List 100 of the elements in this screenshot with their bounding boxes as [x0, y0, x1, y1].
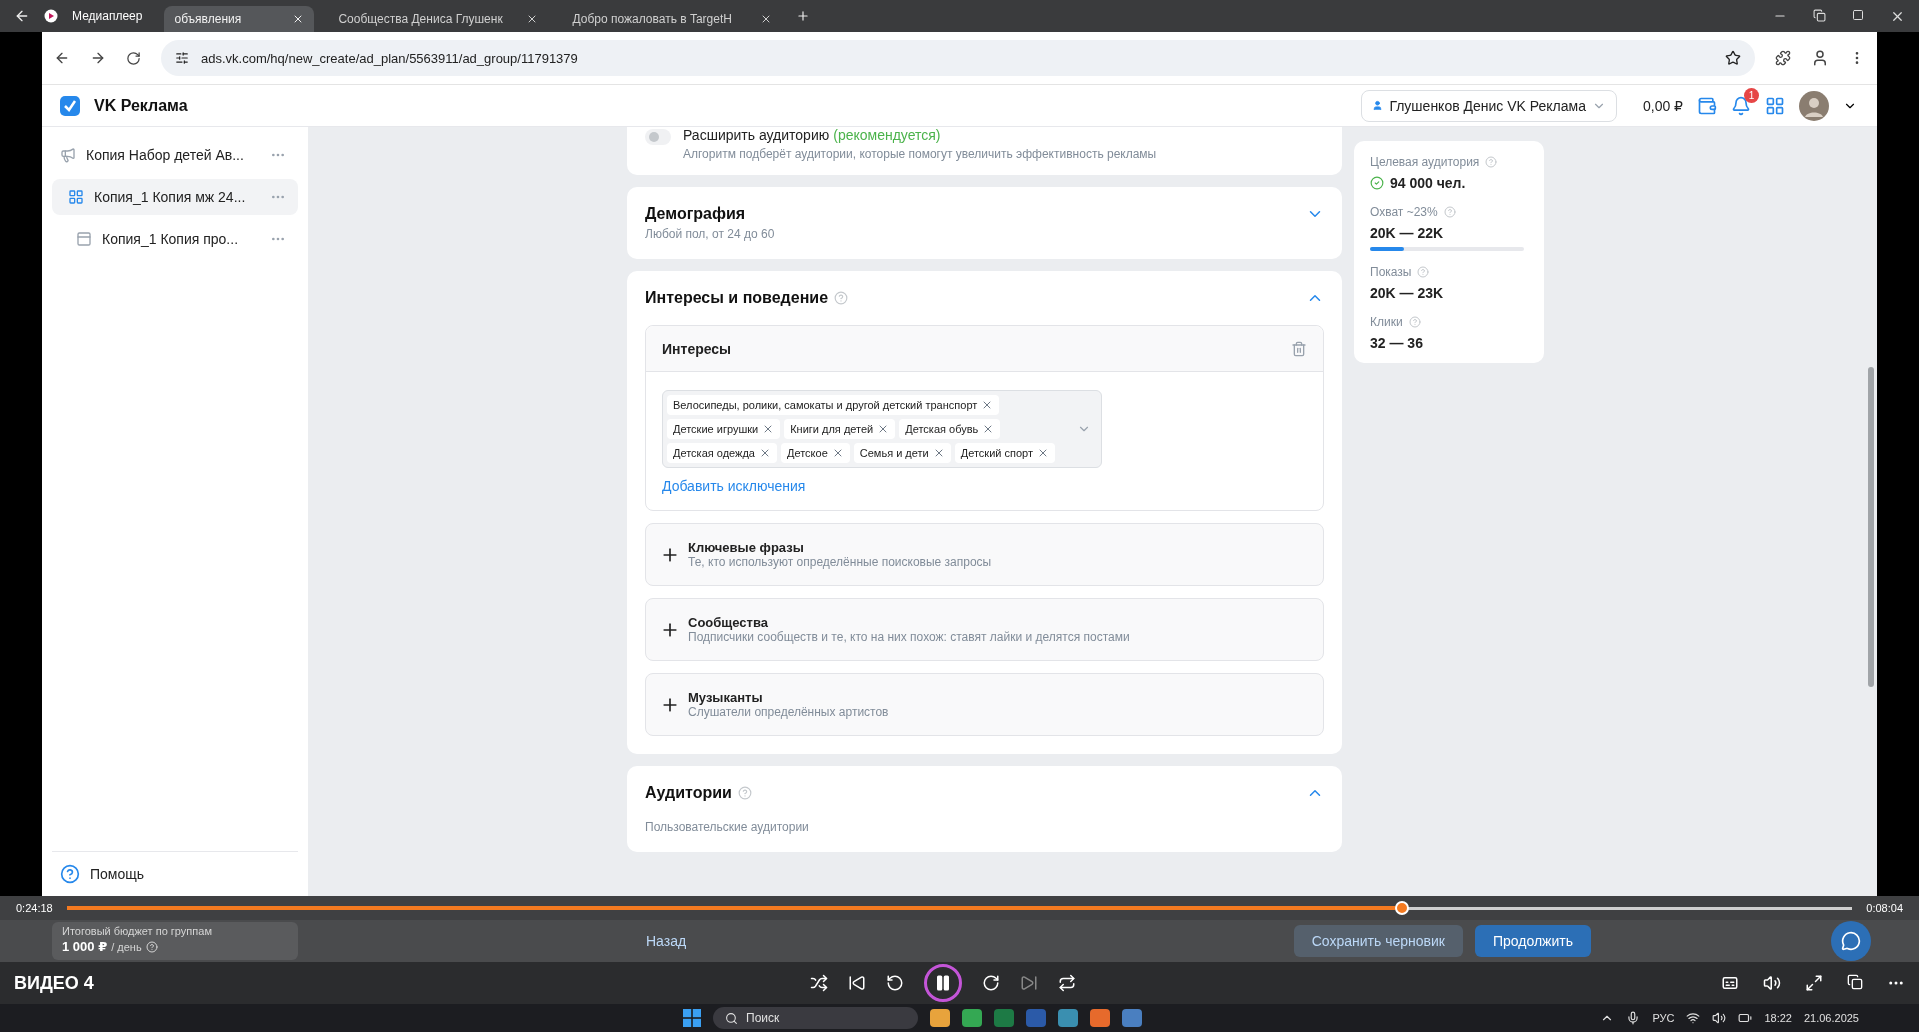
apps-icon[interactable]: [1765, 95, 1785, 116]
section-subtitle: Любой пол, от 24 до 60: [645, 227, 776, 241]
grid-icon: [68, 189, 84, 205]
rewind-icon[interactable]: [886, 974, 904, 992]
browser-tab[interactable]: Сообщества Дениса Глушенк: [328, 6, 549, 32]
star-icon[interactable]: [1725, 50, 1741, 66]
bell-icon[interactable]: [1731, 95, 1751, 116]
remove-icon[interactable]: [759, 447, 771, 459]
mic-icon[interactable]: [1626, 1011, 1641, 1025]
expand-label: Расширить аудиторию: [683, 127, 830, 143]
back-icon[interactable]: [14, 8, 30, 24]
scrollbar-thumb[interactable]: [1868, 367, 1874, 687]
check-icon: [1370, 176, 1384, 190]
wallet-icon[interactable]: [1697, 95, 1717, 116]
account-select[interactable]: Глушенков Денис VK Реклама: [1361, 89, 1617, 122]
section-subtitle: Пользовательские аудитории: [645, 820, 810, 834]
taskbar-search[interactable]: Поиск: [713, 1007, 918, 1029]
language-indicator[interactable]: РУС: [1652, 1012, 1675, 1024]
pause-icon: [934, 974, 952, 992]
user-icon: [1372, 100, 1384, 111]
interest-tag[interactable]: Книги для детей: [784, 419, 896, 439]
maximize-icon[interactable]: [1852, 8, 1864, 21]
interest-tag[interactable]: Детские игрушки: [667, 419, 781, 439]
help-icon: [60, 864, 80, 884]
window-icon: [76, 231, 92, 247]
windows-icon[interactable]: [683, 1009, 701, 1027]
forecast-label: Клики: [1370, 315, 1403, 329]
forward-icon[interactable]: [982, 974, 1000, 992]
subtitles-icon[interactable]: [1721, 974, 1739, 992]
forward-icon[interactable]: [90, 50, 106, 66]
section-title: Интересы и поведение: [645, 289, 829, 307]
interest-tag[interactable]: Детское: [781, 443, 850, 463]
trash-icon[interactable]: [1291, 340, 1307, 357]
interest-tag[interactable]: Детская одежда: [667, 443, 777, 463]
fullscreen-icon[interactable]: [1805, 974, 1823, 992]
targeting-option[interactable]: Музыканты Слушатели определённых артистов: [645, 673, 1324, 736]
option-title: Сообщества: [688, 615, 769, 630]
expand-description: Алгоритм подберёт аудитории, которые помогут увеличить эффективность рекламы: [683, 147, 1157, 161]
new-tab-icon[interactable]: [796, 9, 811, 23]
continue-button[interactable]: Продолжить: [1474, 925, 1591, 957]
recommended-hint: (рекомендуется): [833, 127, 941, 143]
demography-card[interactable]: Демография Любой пол, от 24 до 60: [627, 187, 1342, 259]
forecast-value: 20K — 23K: [1370, 285, 1444, 301]
elapsed-time: 0:24:18: [16, 902, 53, 914]
option-description: Те, кто используют определённые поисковые запросы: [688, 555, 992, 569]
taskbar-time: 18:22: [1764, 1012, 1792, 1024]
sidebar-item[interactable]: Копия_1 Копия про...: [52, 221, 298, 257]
player-logo-icon: [44, 9, 58, 23]
avatar-icon[interactable]: [1799, 90, 1829, 121]
back-icon[interactable]: [54, 50, 70, 66]
section-title: Аудитории: [645, 784, 732, 802]
reload-icon[interactable]: [126, 50, 141, 66]
battery-icon[interactable]: [1738, 1011, 1753, 1025]
forecast-label: Показы: [1370, 265, 1412, 279]
next-icon[interactable]: [1020, 974, 1038, 992]
forecast-value: 94 000 чел.: [1390, 175, 1466, 191]
taskbar-date: 21.06.2025: [1803, 1012, 1859, 1024]
tags-field[interactable]: Велосипеды, ролики, самокаты и другой детский транспорт Детские игрушки Книги для детей Детская обувь Детская одежда Детское Семья и дети Детский спорт: [662, 390, 1102, 468]
targeting-option[interactable]: Ключевые фразы Те, кто используют определённые поисковые запросы: [645, 523, 1324, 586]
volume-icon[interactable]: [1763, 974, 1781, 992]
volume-icon[interactable]: [1712, 1011, 1727, 1025]
interest-tag[interactable]: Велосипеды, ролики, самокаты и другой детский транспорт: [667, 395, 1000, 415]
interest-tag[interactable]: Детская обувь: [899, 419, 1001, 439]
budget-value: 1 000 ₽: [62, 939, 108, 954]
section-title: Демография: [645, 205, 746, 223]
profile-icon[interactable]: [1811, 49, 1829, 67]
interest-tag[interactable]: Детский спорт: [954, 443, 1055, 463]
browser-tab[interactable]: объявления: [164, 6, 315, 32]
interest-tag[interactable]: Семья и дети: [853, 443, 951, 463]
shuffle-icon[interactable]: [810, 974, 828, 992]
targeting-option[interactable]: Сообщества Подписчики сообществ и те, кто на них похож: ставят лайки и делятся постами: [645, 598, 1324, 661]
forecast-value: 32 — 36: [1370, 335, 1423, 351]
video-title: ВИДЕО 4: [14, 972, 94, 994]
player-title: Медиаплеер: [72, 9, 143, 23]
mini-player-icon[interactable]: [1847, 974, 1863, 990]
address-field[interactable]: ads.vk.com/hq/new_create/ad_plan/5563911/ad_group/11791379: [161, 40, 1755, 76]
logo-text[interactable]: VK Реклама: [94, 96, 188, 115]
save-draft-button[interactable]: Сохранить черновик: [1293, 925, 1463, 957]
expand-toggle[interactable]: [645, 129, 671, 145]
help-icon[interactable]: [145, 940, 158, 953]
browser-tab[interactable]: Добро пожаловать в TargetH: [562, 6, 783, 32]
progress-handle[interactable]: [1395, 901, 1410, 915]
previous-icon[interactable]: [848, 974, 866, 992]
option-description: Слушатели определённых артистов: [688, 705, 889, 719]
extension-icon[interactable]: [1775, 50, 1791, 66]
wifi-icon[interactable]: [1686, 1011, 1701, 1025]
sidebar-item[interactable]: Копия_1 Копия мж 24...: [52, 179, 298, 215]
site-settings-icon[interactable]: [175, 51, 189, 65]
forecast-label: Охват ~23%: [1370, 205, 1438, 219]
back-button[interactable]: Назад: [628, 925, 705, 957]
restore-icon[interactable]: [1813, 8, 1826, 22]
sidebar-item[interactable]: Копия Набор детей Ав...: [52, 137, 298, 173]
repeat-icon[interactable]: [1058, 974, 1076, 992]
add-exclusions-link[interactable]: Добавить исключения: [662, 478, 1307, 494]
megaphone-icon: [60, 147, 76, 163]
block-title: Интересы: [662, 340, 732, 357]
chat-icon: [1841, 931, 1861, 951]
chat-button[interactable]: [1831, 921, 1871, 961]
balance-text: 0,00 ₽: [1642, 97, 1683, 114]
budget-unit: / день: [111, 940, 142, 953]
